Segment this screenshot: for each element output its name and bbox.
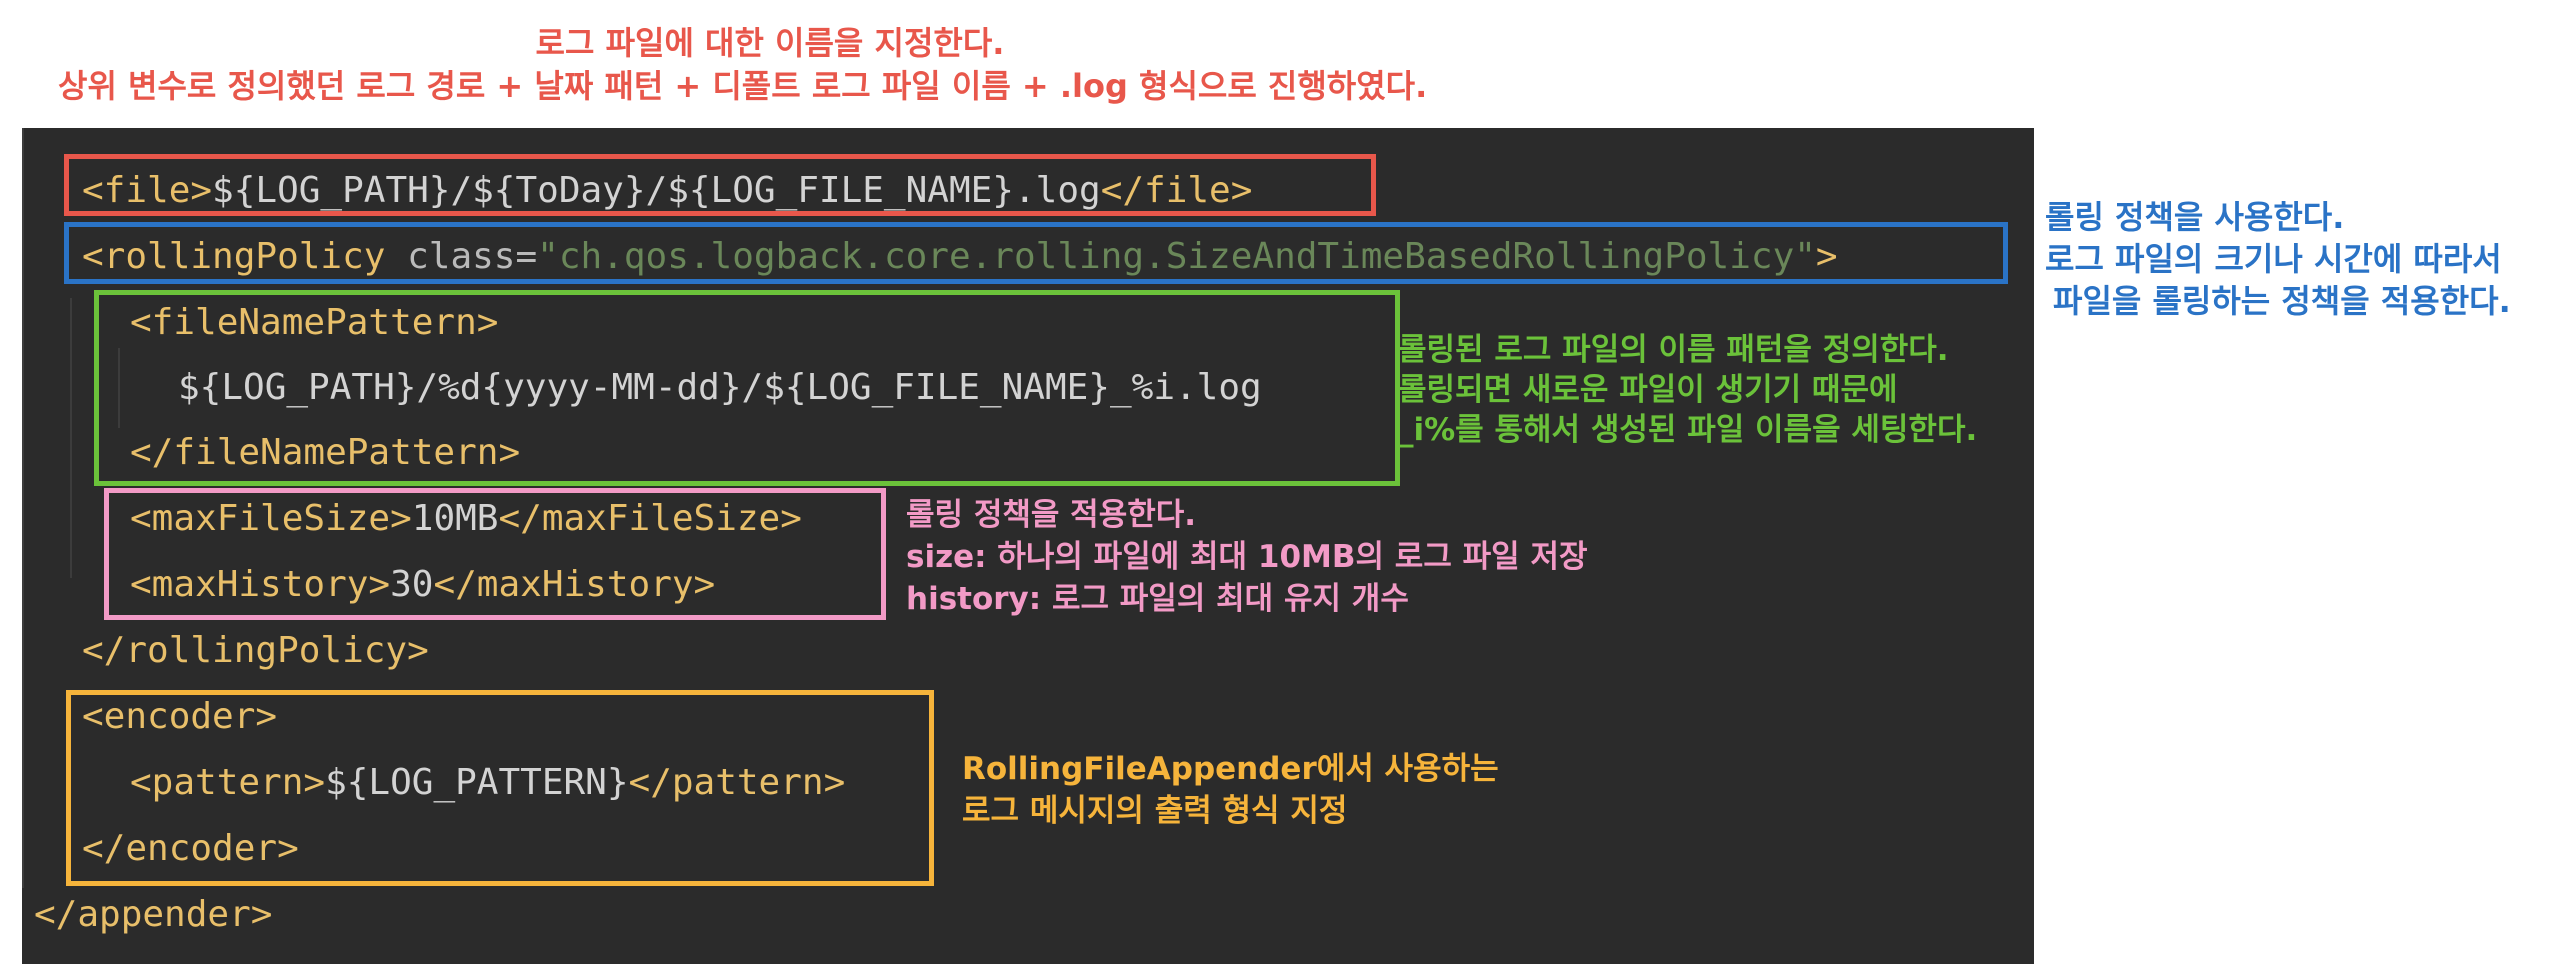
file-name-note-title: 로그 파일에 대한 이름을 지정한다. (535, 24, 1005, 62)
rolling-policy-note: 롤링 정책을 사용한다. 로그 파일의 크기나 시간에 따라서 파일을 롤링하는 정… (2045, 198, 2511, 320)
file-highlight-box (64, 154, 1376, 216)
size-history-note: 롤링 정책을 적용한다. size: 하나의 파일에 최대 10MB의 로그 파일… (906, 497, 1588, 617)
code-line-rolling-policy-close: </rollingPolicy> (82, 630, 429, 671)
file-name-pattern-highlight-box (94, 290, 1400, 486)
rolling-policy-highlight-box (64, 222, 2008, 284)
size-history-highlight-box (104, 488, 886, 620)
encoder-note: RollingFileAppender에서 사용하는 로그 메시지의 출력 형식 … (962, 751, 1499, 829)
file-name-pattern-note: 롤링된 로그 파일의 이름 패턴을 정의한다. 롤링되면 새로운 파일이 생기기 … (1398, 332, 1978, 448)
file-name-note-detail: 상위 변수로 정의했던 로그 경로 + 날짜 패턴 + 디폴트 로그 파일 이름… (58, 67, 1428, 105)
encoder-highlight-box (66, 690, 934, 886)
code-line-appender-close: </appender> (34, 894, 273, 935)
